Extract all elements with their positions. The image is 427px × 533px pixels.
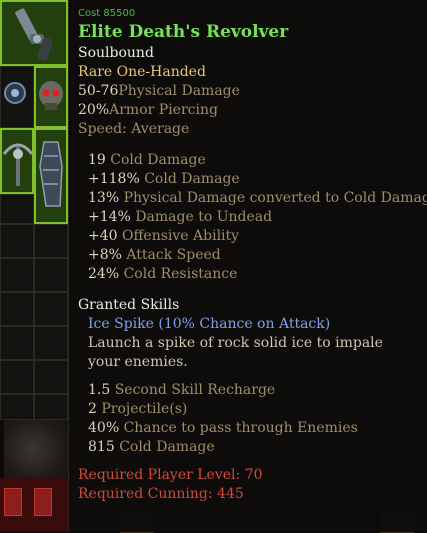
cost-label: Cost	[78, 8, 101, 19]
bonus-stat: 19 Cold Damage	[88, 152, 206, 168]
inventory-slot[interactable]	[34, 258, 68, 292]
inventory-slot[interactable]	[0, 360, 34, 394]
base-stat: 50-76Physical Damage	[78, 83, 240, 99]
item-binding: Soulbound	[78, 45, 154, 61]
bonus-stat: 24% Cold Resistance	[88, 266, 238, 282]
amulet-icon	[4, 82, 26, 104]
granted-skills-header: Granted Skills	[78, 297, 180, 313]
inventory-slot[interactable]	[34, 394, 68, 420]
skill-name: Ice Spike (10% Chance on Attack)	[88, 316, 331, 332]
item-tooltip: Cost 85500 Elite Death's Revolver Soulbo…	[68, 0, 427, 532]
inventory-slot[interactable]	[34, 326, 68, 360]
skill-stat: 815 Cold Damage	[88, 439, 215, 455]
inventory-slot[interactable]	[0, 326, 34, 360]
skill-description: Launch a spike of rock solid ice to impa…	[88, 335, 383, 370]
item-name: Elite Death's Revolver	[78, 22, 289, 42]
skill-stat: 2 Projectile(s)	[88, 401, 188, 417]
revolver-icon	[15, 8, 53, 61]
item-rarity: Rare One-Handed	[78, 64, 206, 80]
bonus-stat: +118% Cold Damage	[88, 171, 240, 187]
base-stat: Speed: Average	[78, 121, 190, 137]
health-potion-icon[interactable]	[4, 488, 22, 516]
skull-icon	[39, 81, 63, 110]
base-stat: 20%Armor Piercing	[78, 102, 218, 118]
gauntlet-icon	[39, 141, 63, 207]
skill-stat: 1.5 Second Skill Recharge	[88, 382, 276, 398]
inventory-slot[interactable]	[34, 360, 68, 394]
requirement-level: Required Player Level: 70	[78, 467, 263, 483]
inventory-slot-revolver[interactable]	[0, 0, 68, 66]
inventory-slot[interactable]	[34, 224, 68, 258]
inventory-slot[interactable]	[0, 194, 34, 224]
inventory-slot-crossbow[interactable]	[0, 128, 34, 194]
inventory-slot-gauntlet[interactable]	[34, 128, 68, 224]
inventory-slot[interactable]	[0, 258, 34, 292]
character-equipment-art	[4, 420, 76, 478]
health-potion-icon[interactable]	[34, 488, 52, 516]
crossbow-icon	[2, 143, 34, 186]
skill-stat: 40% Chance to pass through Enemies	[88, 420, 358, 436]
item-cost: Cost 85500	[78, 8, 427, 20]
inventory-slot[interactable]	[0, 394, 34, 420]
requirement-cunning: Required Cunning: 445	[78, 486, 244, 502]
bonus-stat: +40 Offensive Ability	[88, 228, 240, 244]
bonus-stat: +8% Attack Speed	[88, 247, 221, 263]
cost-value: 85500	[103, 8, 136, 19]
bonus-stat: +14% Damage to Undead	[88, 209, 273, 225]
bonus-stat: 13% Physical Damage converted to Cold Da…	[88, 190, 427, 206]
inventory-slot[interactable]	[0, 224, 34, 258]
inventory-slot[interactable]	[0, 292, 34, 326]
inventory-slot-skull[interactable]	[34, 66, 68, 128]
inventory-slot[interactable]	[34, 292, 68, 326]
